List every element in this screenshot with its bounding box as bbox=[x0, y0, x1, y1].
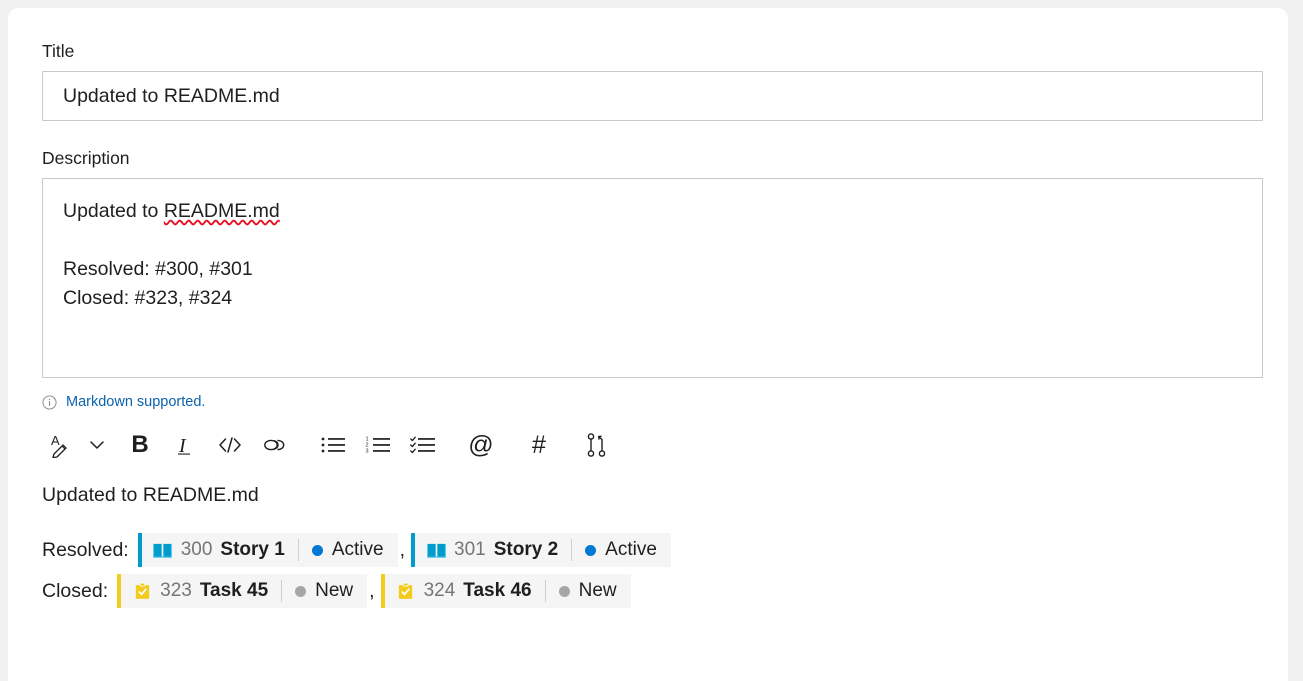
chip-separator: , bbox=[369, 580, 375, 602]
app-root: Title Description Updated to README.md R… bbox=[0, 0, 1303, 681]
preview-row-closed: Closed: 323 Task 45 New , 324 Task 46 Ne… bbox=[42, 573, 1262, 609]
work-item-chip[interactable]: 323 Task 45 New bbox=[117, 574, 368, 608]
work-item-title: Task 46 bbox=[463, 580, 532, 601]
description-line-1-text: Updated to bbox=[63, 200, 164, 222]
user-story-book-icon bbox=[153, 540, 173, 560]
work-item-id: 300 bbox=[180, 539, 213, 560]
work-item-id: 324 bbox=[423, 580, 456, 601]
chevron-down-icon[interactable] bbox=[80, 426, 114, 464]
chip-divider bbox=[281, 580, 283, 602]
work-item-state: Active bbox=[311, 537, 384, 563]
description-line-2: Resolved: #300, #301 bbox=[63, 258, 253, 280]
state-dot-icon bbox=[311, 544, 323, 556]
title-label: Title bbox=[42, 41, 75, 61]
chip-divider bbox=[544, 580, 546, 602]
mention-icon[interactable]: @ bbox=[462, 426, 500, 464]
resolved-label: Resolved: bbox=[42, 539, 129, 561]
hashtag-label: # bbox=[532, 430, 546, 459]
description-line-3: Closed: #323, #324 bbox=[63, 287, 233, 309]
work-item-state: New bbox=[558, 578, 617, 604]
preview-paragraph: Updated to README.md bbox=[42, 484, 259, 506]
misspelled-word: README.md bbox=[163, 200, 280, 222]
hashtag-icon[interactable]: # bbox=[520, 426, 558, 464]
bulleted-list-icon[interactable] bbox=[314, 426, 352, 464]
state-label: Active bbox=[605, 539, 657, 560]
work-item-id: 323 bbox=[160, 580, 192, 601]
state-label: Active bbox=[331, 539, 384, 560]
work-item-chip[interactable]: 324 Task 46 New bbox=[380, 574, 631, 608]
bold-label: B bbox=[131, 431, 149, 458]
checklist-icon[interactable] bbox=[404, 426, 442, 464]
title-input[interactable] bbox=[42, 71, 1263, 121]
mention-label: @ bbox=[468, 430, 494, 459]
state-dot-icon bbox=[295, 585, 307, 597]
pull-request-icon[interactable] bbox=[578, 426, 616, 464]
description-preview: Updated to README.md Resolved: 300 Story… bbox=[42, 480, 1262, 609]
work-item-panel: Title Description Updated to README.md R… bbox=[8, 8, 1288, 681]
work-item-accent-bar bbox=[117, 574, 122, 608]
work-item-chip[interactable]: 301 Story 2 Active bbox=[411, 533, 671, 567]
state-dot-icon bbox=[585, 544, 597, 556]
chip-separator: , bbox=[399, 539, 406, 561]
task-clipboard-icon bbox=[396, 581, 416, 601]
description-label: Description bbox=[42, 148, 130, 168]
numbered-list-icon[interactable]: 1 2 3 bbox=[359, 426, 397, 464]
work-item-title: Story 2 bbox=[493, 539, 559, 560]
state-dot-icon bbox=[558, 585, 570, 597]
description-textarea[interactable]: Updated to README.md Resolved: #300, #30… bbox=[42, 178, 1263, 378]
info-circle-icon bbox=[42, 394, 57, 410]
markdown-toolbar: A B I 1 2 3 @ # bbox=[42, 425, 1262, 465]
work-item-title: Story 1 bbox=[220, 539, 285, 560]
work-item-accent-bar bbox=[137, 533, 142, 567]
markdown-supported-link[interactable]: Markdown supported. bbox=[66, 393, 205, 411]
code-icon[interactable] bbox=[211, 426, 249, 464]
chip-divider bbox=[297, 539, 299, 561]
svg-text:3: 3 bbox=[366, 449, 369, 455]
link-icon[interactable] bbox=[256, 426, 294, 464]
svg-text:A: A bbox=[51, 433, 60, 448]
work-item-accent-bar bbox=[380, 574, 385, 608]
description-line-1: Updated to README.md bbox=[63, 197, 1242, 226]
work-item-state: Active bbox=[585, 537, 657, 563]
italic-icon[interactable]: I bbox=[166, 426, 204, 464]
font-style-icon[interactable]: A bbox=[42, 426, 80, 464]
work-item-id: 301 bbox=[454, 539, 486, 560]
user-story-book-icon bbox=[426, 540, 446, 560]
chip-divider bbox=[571, 539, 573, 561]
work-item-chip[interactable]: 300 Story 1 Active bbox=[137, 533, 398, 567]
preview-row-resolved: Resolved: 300 Story 1 Active , 301 Story… bbox=[42, 532, 1262, 568]
state-label: New bbox=[578, 580, 617, 601]
state-label: New bbox=[315, 580, 354, 601]
task-clipboard-icon bbox=[132, 581, 152, 601]
work-item-accent-bar bbox=[411, 533, 416, 567]
description-blank-line bbox=[63, 226, 1242, 255]
markdown-hint: Markdown supported. bbox=[42, 392, 1262, 412]
work-item-state: New bbox=[295, 578, 353, 604]
work-item-title: Task 45 bbox=[199, 580, 269, 601]
bold-icon[interactable]: B bbox=[121, 426, 159, 464]
closed-label: Closed: bbox=[42, 580, 109, 602]
